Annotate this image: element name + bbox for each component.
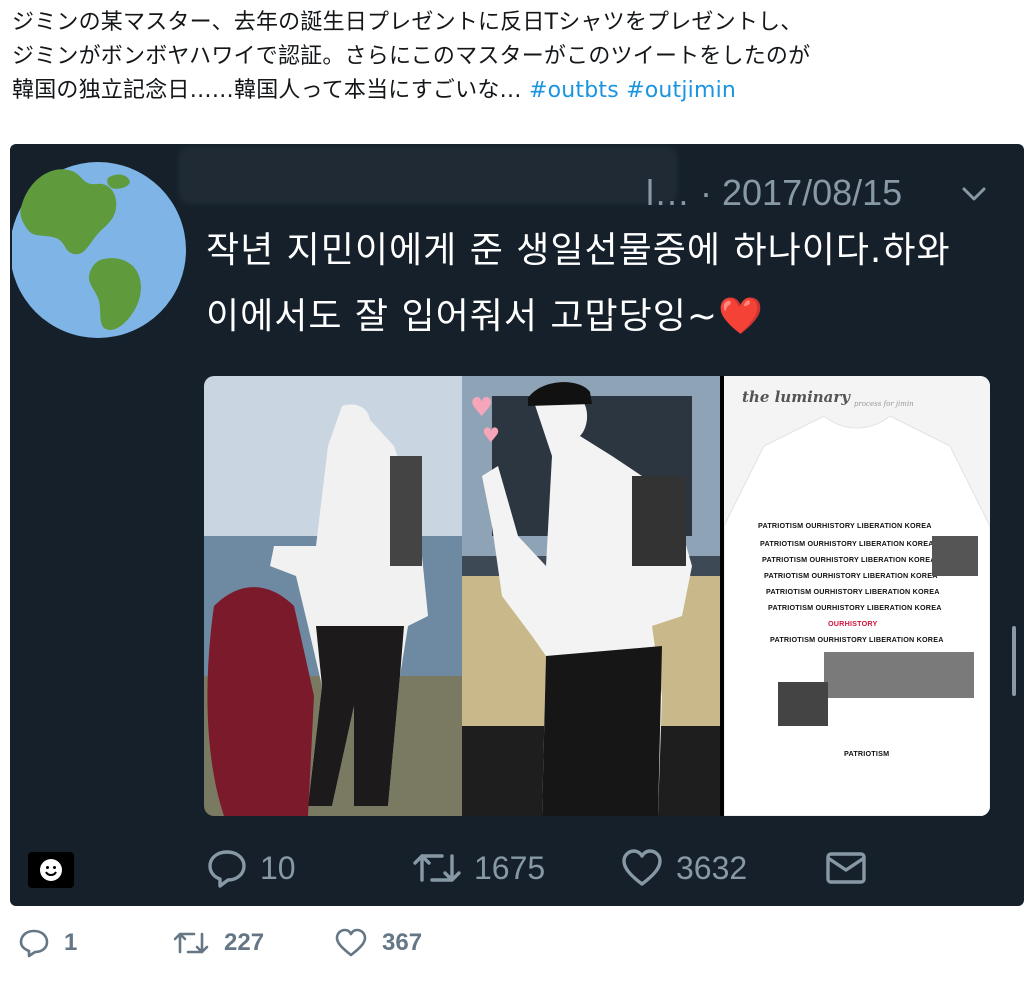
like-icon (622, 849, 662, 886)
tweet-meta: l… · 2017/08/15 (646, 172, 902, 214)
embedded-body: 작년 지민이에게 준 생일선물중에 하나이다.하와 이에서도 잘 입어줘서 고맙… (206, 218, 1006, 350)
retweet-icon (173, 932, 209, 954)
shirt-line-highlight: OURHISTORY (828, 619, 878, 628)
brand-logo: the luminary (742, 388, 851, 406)
shirt-line-7: PATRIOTISM OURHISTORY LIBERATION KOREA (770, 635, 944, 644)
scrollbar-thumb (1012, 626, 1016, 696)
embedded-dm-button[interactable] (824, 848, 880, 888)
photo-kiosk[interactable]: ♥ ♥ (462, 376, 720, 816)
media-collage[interactable]: ♥ ♥ PATRIOTISM OURHISTORY LIBERATION KOR… (204, 376, 990, 816)
embedded-like-button[interactable]: 3632 (620, 848, 747, 888)
embedded-like-count: 3632 (676, 849, 748, 886)
dm-icon (826, 852, 866, 884)
reply-button[interactable]: 1 (18, 928, 77, 958)
svg-text:♥: ♥ (470, 393, 493, 423)
chevron-down-icon[interactable] (960, 180, 988, 208)
tweet-text: ジミンの某マスター、去年の誕生日プレゼントに反日Tシャツをプレゼントし、 ジミン… (12, 6, 1024, 108)
hashtag-outbts[interactable]: #outbts (529, 78, 619, 103)
shirt-line-4: PATRIOTISM OURHISTORY LIBERATION KOREA (764, 571, 938, 580)
tweet-text-line-3-body: 韓国の独立記念日……韓国人って本当にすごいな… (12, 78, 522, 103)
globe-icon (10, 148, 192, 352)
tweet-action-bar: 1 227 367 (0, 928, 1034, 968)
reply-count: 1 (64, 929, 78, 956)
embedded-tweet-image[interactable]: l… · 2017/08/15 작년 지민이에게 준 생일선물중에 하나이다.하… (10, 144, 1024, 906)
reply-icon (208, 850, 246, 888)
shirt-line-6: PATRIOTISM OURHISTORY LIBERATION KOREA (768, 603, 942, 612)
shirt-line-5: PATRIOTISM OURHISTORY LIBERATION KOREA (766, 587, 940, 596)
retweet-button[interactable]: 227 (172, 928, 264, 958)
embedded-retweet-button[interactable]: 1675 (412, 848, 545, 888)
retweet-icon (413, 854, 461, 882)
svg-text:♥: ♥ (482, 423, 500, 447)
shirt-line-1: PATRIOTISM OURHISTORY LIBERATION KOREA (758, 521, 932, 530)
tweet-text-line-1: ジミンの某マスター、去年の誕生日プレゼントに反日Tシャツをプレゼントし、 (12, 10, 803, 35)
like-button[interactable]: 367 (334, 928, 422, 958)
embedded-reply-count: 10 (260, 849, 296, 886)
reply-icon (19, 929, 49, 958)
brand-sub: process for jimin (854, 400, 914, 408)
embedded-body-line-1: 작년 지민이에게 준 생일선물중에 하나이다.하와 (206, 230, 951, 271)
embedded-action-bar: 10 1675 3632 (10, 848, 1024, 898)
retweet-count: 227 (224, 929, 265, 956)
tweet-text-line-2: ジミンがボンボヤハワイで認証。さらにこのマスターがこのツイートをしたのが (12, 44, 811, 69)
hashtag-outjimin[interactable]: #outjimin (626, 78, 736, 103)
shirt-line-3: PATRIOTISM OURHISTORY LIBERATION KOREA (762, 555, 936, 564)
photo-shirt[interactable]: PATRIOTISM OURHISTORY LIBERATION KOREA P… (724, 376, 990, 816)
embedded-reply-button[interactable]: 10 (206, 848, 296, 888)
embedded-body-line-2: 이에서도 잘 입어줘서 고맙당잉~❤️ (206, 284, 1006, 350)
like-icon (335, 928, 367, 957)
shirt-line-2: PATRIOTISM OURHISTORY LIBERATION KOREA (760, 539, 934, 548)
like-count: 367 (382, 929, 423, 956)
shirt-bottom-text: PATRIOTISM (844, 749, 889, 758)
embedded-body-line-2-text: 이에서도 잘 입어줘서 고맙당잉~ (206, 296, 719, 337)
embedded-name-fragment: l… (646, 172, 690, 213)
embedded-retweet-count: 1675 (474, 849, 546, 886)
embedded-date: · 2017/08/15 (700, 172, 903, 213)
tweet-text-line-3: 韓国の独立記念日……韓国人って本当にすごいな… #outbts #outjimi… (12, 74, 1024, 108)
redacted-username (178, 146, 678, 204)
heart-emoji: ❤️ (718, 296, 764, 337)
photo-beach[interactable] (204, 376, 462, 816)
